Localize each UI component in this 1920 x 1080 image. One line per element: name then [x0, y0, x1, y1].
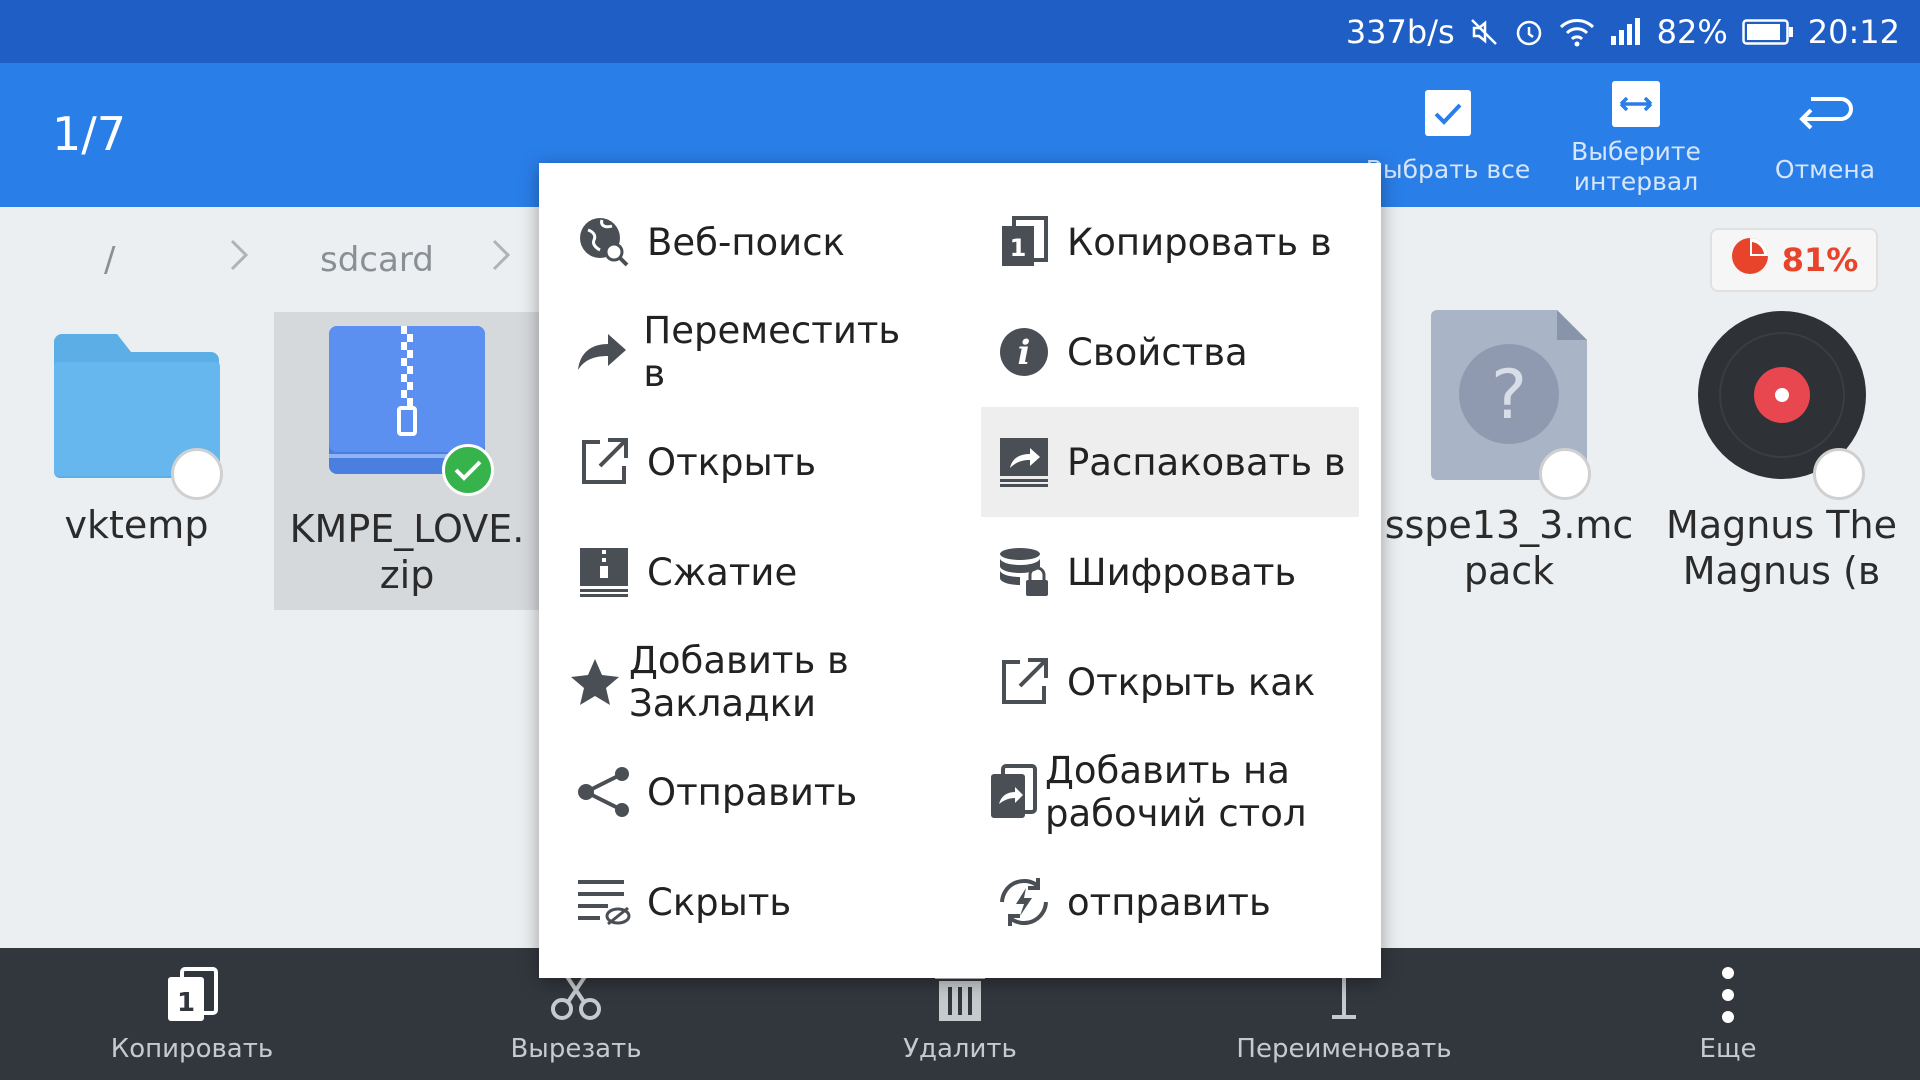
menu-label: Переместить в: [643, 309, 901, 395]
menu-label: Открыть: [647, 440, 817, 484]
status-bar: 337b/s 82% 20:12: [0, 0, 1920, 63]
add-desktop-icon: [989, 764, 1037, 820]
menu-move-to[interactable]: Переместить в: [539, 297, 919, 407]
menu-label: Шифровать: [1067, 550, 1297, 594]
open-external-icon: [569, 436, 639, 488]
wifi-icon: [1559, 17, 1595, 47]
copy-label: Копировать: [110, 1034, 274, 1064]
menu-label: Открыть как: [1067, 660, 1316, 704]
chevron-right-icon: [228, 237, 250, 282]
alarm-icon: [1513, 16, 1545, 48]
menu-add-bookmark[interactable]: Добавить в Закладки: [539, 627, 919, 737]
more-vertical-icon: [1718, 965, 1738, 1032]
menu-label: Отправить: [647, 770, 858, 814]
breadcrumb-root[interactable]: /: [104, 240, 115, 280]
screen: 337b/s 82% 20:12 1/7 Выбрать все Выберит…: [0, 0, 1920, 1080]
svg-text:?: ?: [1491, 356, 1527, 435]
storage-usage-badge[interactable]: 81%: [1710, 228, 1878, 292]
select-range-button[interactable]: Выберите интервал: [1541, 77, 1731, 197]
menu-label: Добавить в Закладки: [629, 639, 849, 725]
copy-icon: 1: [164, 966, 220, 1030]
copy-to-icon: 1: [989, 216, 1059, 268]
menu-encrypt[interactable]: Шифровать: [959, 517, 1339, 627]
menu-label: отправить: [1067, 880, 1271, 924]
menu-properties[interactable]: i Свойства: [959, 297, 1339, 407]
send-flash-icon: [989, 876, 1059, 928]
more-button[interactable]: Еще: [1536, 948, 1920, 1080]
storage-percent: 81%: [1781, 241, 1859, 279]
menu-label: Веб-поиск: [647, 220, 845, 264]
select-all-label: Выбрать все: [1365, 155, 1531, 184]
chevron-right-icon: [490, 237, 512, 282]
copy-button[interactable]: 1 Копировать: [0, 948, 384, 1080]
select-range-icon: [1611, 80, 1661, 135]
select-checkbox[interactable]: [171, 448, 223, 500]
file-item-unknown[interactable]: ? sspe13_3.mc pack: [1373, 310, 1645, 594]
menu-label: Сжатие: [647, 550, 798, 594]
clock: 20:12: [1807, 12, 1900, 51]
selection-counter: 1/7: [52, 107, 127, 161]
context-menu: Веб-поиск Переместить в Открыть Сжатие Д…: [539, 163, 1381, 978]
svg-text:i: i: [1018, 333, 1031, 373]
file-name: KMPE_LOVE. zip: [289, 507, 525, 597]
menu-label: Копировать в: [1067, 220, 1332, 264]
breadcrumb-sdcard[interactable]: sdcard: [320, 240, 434, 280]
selected-check-icon[interactable]: [442, 444, 494, 496]
menu-open-as[interactable]: Открыть как: [959, 627, 1339, 737]
menu-extract-to[interactable]: Распаковать в: [981, 407, 1359, 517]
select-all-button[interactable]: Выбрать все: [1353, 77, 1543, 185]
cancel-button[interactable]: Отмена: [1730, 77, 1920, 185]
menu-open[interactable]: Открыть: [539, 407, 919, 517]
svg-text:1: 1: [177, 988, 195, 1018]
info-icon: i: [989, 326, 1059, 378]
menu-share[interactable]: Отправить: [539, 737, 919, 847]
svg-text:1: 1: [1010, 234, 1027, 262]
signal-icon: [1609, 17, 1643, 46]
file-name: Magnus The Magnus (в: [1666, 503, 1897, 593]
mute-icon: [1469, 17, 1499, 47]
move-arrow-icon: [569, 332, 635, 372]
select-all-icon: [1423, 88, 1473, 145]
extract-icon: [989, 436, 1059, 488]
menu-web-search[interactable]: Веб-поиск: [539, 187, 919, 297]
battery-percent: 82%: [1656, 12, 1728, 51]
select-checkbox[interactable]: [1539, 448, 1591, 500]
rename-label: Переименовать: [1236, 1034, 1452, 1064]
encrypt-icon: [989, 546, 1059, 598]
menu-hide[interactable]: Скрыть: [539, 847, 919, 957]
menu-copy-to[interactable]: 1 Копировать в: [959, 187, 1339, 297]
menu-label: Распаковать в: [1067, 440, 1346, 484]
delete-label: Удалить: [903, 1034, 1017, 1064]
cancel-label: Отмена: [1774, 155, 1876, 184]
menu-label: Свойства: [1067, 330, 1248, 374]
file-name: vktemp: [64, 503, 209, 547]
web-search-icon: [569, 216, 639, 268]
menu-label: Скрыть: [647, 880, 792, 924]
file-item-folder[interactable]: vktemp: [0, 320, 273, 548]
hide-icon: [569, 878, 639, 926]
select-checkbox[interactable]: [1813, 448, 1865, 500]
compress-icon: [569, 546, 639, 598]
undo-icon: [1797, 93, 1853, 140]
file-item-audio[interactable]: Magnus The Magnus (в: [1645, 311, 1918, 594]
network-speed: 337b/s: [1345, 12, 1455, 51]
more-label: Еще: [1699, 1034, 1757, 1064]
menu-compress[interactable]: Сжатие: [539, 517, 919, 627]
file-name: sspe13_3.mc pack: [1384, 503, 1634, 593]
select-range-label: Выберите интервал: [1571, 137, 1701, 196]
cut-label: Вырезать: [510, 1034, 642, 1064]
menu-send[interactable]: отправить: [959, 847, 1339, 957]
file-item-zip[interactable]: KMPE_LOVE. zip: [274, 312, 540, 610]
battery-icon: [1742, 18, 1794, 46]
menu-label: Добавить на рабочий стол: [1045, 749, 1307, 835]
open-as-icon: [989, 656, 1059, 708]
share-icon: [569, 766, 639, 818]
pie-chart-icon: [1730, 236, 1770, 284]
star-icon: [569, 657, 621, 707]
menu-add-to-desktop[interactable]: Добавить на рабочий стол: [959, 737, 1339, 847]
